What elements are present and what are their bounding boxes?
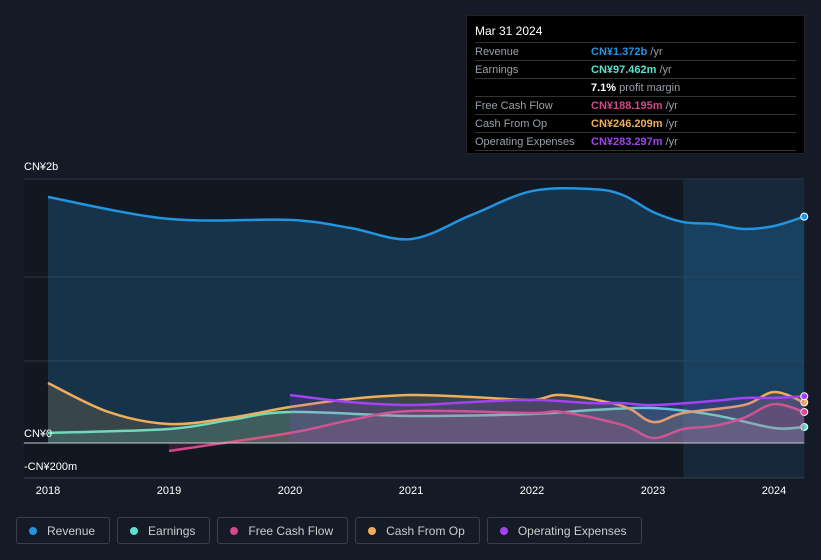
x-tick-label: 2021 <box>399 485 423 497</box>
x-tick-label: 2020 <box>278 485 302 497</box>
legend-item-revenue[interactable]: Revenue <box>16 517 111 544</box>
legend-item-free-cash-flow[interactable]: Free Cash Flow <box>217 517 349 544</box>
tooltip-label: Operating Expenses <box>475 135 575 148</box>
legend-dot-icon <box>499 526 508 535</box>
tooltip-value: 7.1% <box>591 81 617 94</box>
tooltip-date: Mar 31 2024 <box>475 24 796 43</box>
y-tick-label: -CN¥200m <box>24 461 77 473</box>
legend-item-cash-from-op[interactable]: Cash From Op <box>355 517 480 544</box>
tooltip-row: Operating Expenses CN¥283.297m/yr <box>475 133 796 151</box>
legend-dot-icon <box>368 526 377 535</box>
legend-dot-icon <box>29 526 37 535</box>
tooltip-unit: /yr <box>650 45 663 58</box>
y-tick-label: CN¥2b <box>24 161 58 173</box>
x-tick-label: 2024 <box>762 485 786 497</box>
legend-label: Earnings <box>148 523 196 538</box>
legend-label: Free Cash Flow <box>248 523 334 538</box>
tooltip-value: CN¥188.195m <box>591 99 663 112</box>
tooltip-row: Free Cash Flow CN¥188.195m/yr <box>475 97 796 115</box>
legend-item-operating-expenses[interactable]: Operating Expenses <box>486 517 642 544</box>
tooltip-unit: profit margin <box>619 81 681 94</box>
x-tick-label: 2018 <box>36 485 60 497</box>
x-tick-label: 2023 <box>641 485 665 497</box>
tooltip-label: Free Cash Flow <box>475 99 553 112</box>
tooltip-value: CN¥283.297m <box>591 135 663 148</box>
legend-dot-icon <box>230 526 239 535</box>
tooltip-label: Earnings <box>475 63 519 76</box>
x-tick-label: 2019 <box>157 485 181 497</box>
tooltip-label: Revenue <box>475 45 520 58</box>
tooltip-row: Earnings CN¥97.462m/yr <box>475 61 796 79</box>
legend-label: Operating Expenses <box>517 523 627 538</box>
y-tick-label: CN¥0 <box>24 428 52 440</box>
tooltip-unit: /yr <box>659 63 672 76</box>
legend-dot-icon <box>130 526 139 535</box>
tooltip-value: CN¥1.372b <box>591 45 648 58</box>
tooltip-value: CN¥97.462m <box>591 63 657 76</box>
endpoint-operating-expenses <box>800 392 809 401</box>
legend-label: Revenue <box>47 523 96 538</box>
tooltip-label: Cash From Op <box>475 117 548 130</box>
tooltip-value: CN¥246.209m <box>591 117 663 130</box>
tooltip-unit: /yr <box>665 99 678 112</box>
tooltip: Mar 31 2024 Revenue CN¥1.372b/yr Earnings C… <box>466 15 805 154</box>
tooltip-unit: /yr <box>665 135 678 148</box>
tooltip-row: Cash From Op CN¥246.209m/yr <box>475 115 796 133</box>
x-tick-label: 2022 <box>520 485 544 497</box>
legend-item-earnings[interactable]: Earnings <box>117 517 211 544</box>
legend: Revenue Earnings Free Cash Flow Cash From O… <box>16 517 642 544</box>
legend-label: Cash From Op <box>386 523 465 538</box>
tooltip-row: 7.1% profit margin <box>475 79 796 97</box>
tooltip-row: Revenue CN¥1.372b/yr <box>475 43 796 61</box>
tooltip-unit: /yr <box>665 117 678 130</box>
endpoint-revenue <box>800 212 809 221</box>
